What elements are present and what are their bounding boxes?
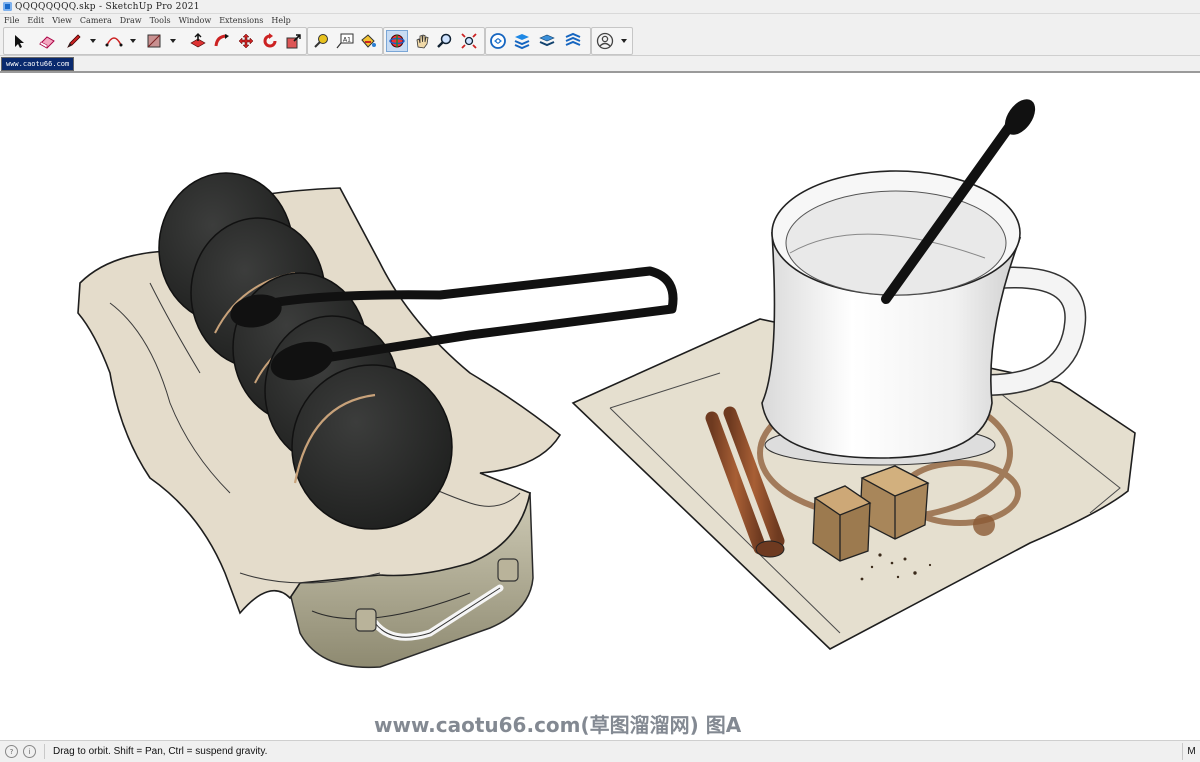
svg-text:A1: A1 (343, 37, 351, 44)
cookie-5 (291, 364, 453, 530)
scene-tab[interactable]: www.caotu66.com (1, 57, 75, 71)
menu-extensions[interactable]: Extensions (219, 16, 263, 25)
menu-edit[interactable]: Edit (27, 16, 44, 25)
arc-dropdown-icon[interactable] (130, 39, 136, 43)
toolbar-group-account (591, 27, 633, 55)
toolbar-group-warehouse (485, 27, 591, 55)
text-icon[interactable]: A1 (335, 31, 355, 51)
menu-bar: File Edit View Camera Draw Tools Window … (0, 14, 1200, 26)
status-message: Drag to orbit. Shift = Pan, Ctrl = suspe… (53, 746, 268, 757)
sandbox-icon[interactable] (563, 31, 583, 51)
toolbar-group-camera (383, 27, 485, 55)
extension-warehouse-icon[interactable] (512, 31, 532, 51)
layout-icon[interactable] (537, 31, 557, 51)
scene-render (77, 94, 1136, 669)
tape-measure-icon[interactable] (311, 31, 331, 51)
push-pull-icon[interactable] (188, 31, 208, 51)
watermark-text: www.caotu66.com(草图溜溜网) 图A (374, 713, 742, 737)
menu-tools[interactable]: Tools (150, 16, 171, 25)
sketchup-app-icon (3, 2, 12, 11)
menu-file[interactable]: File (4, 16, 19, 25)
pencil-line-icon[interactable] (64, 31, 84, 51)
main-toolbar: A1 (0, 26, 1200, 56)
select-icon[interactable] (9, 31, 29, 51)
menu-camera[interactable]: Camera (80, 16, 112, 25)
measurements-box[interactable]: M (1182, 743, 1200, 760)
status-divider (44, 744, 45, 759)
account-icon[interactable] (595, 31, 615, 51)
drawing-viewport[interactable]: www.caotu66.com(草图溜溜网) 图A (0, 73, 1200, 740)
zoom-icon[interactable] (435, 31, 455, 51)
zoom-extents-icon[interactable] (459, 31, 479, 51)
title-bar: QQQQQQQQ.skp - SketchUp Pro 2021 (0, 0, 1200, 14)
coffee-set-group[interactable] (571, 94, 1136, 650)
menu-view[interactable]: View (52, 16, 72, 25)
rotate-icon[interactable] (260, 31, 280, 51)
move-icon[interactable] (236, 31, 256, 51)
scene-tab-strip: www.caotu66.com (0, 56, 1200, 73)
orbit-icon[interactable] (386, 30, 408, 52)
toolbar-group-principal (3, 27, 307, 55)
pencil-dropdown-icon[interactable] (90, 39, 96, 43)
window-title: QQQQQQQQ.skp - SketchUp Pro 2021 (15, 1, 200, 12)
rectangle-dropdown-icon[interactable] (170, 39, 176, 43)
eraser-icon[interactable] (37, 31, 57, 51)
info-icon[interactable]: i (23, 745, 36, 758)
rectangle-icon[interactable] (144, 31, 164, 51)
arc-icon[interactable] (104, 31, 124, 51)
3d-warehouse-icon[interactable] (488, 31, 508, 51)
cookie-tin-group[interactable] (77, 172, 678, 669)
scale-icon[interactable] (284, 31, 304, 51)
pan-icon[interactable] (412, 31, 432, 51)
menu-window[interactable]: Window (179, 16, 212, 25)
toolbar-group-construction: A1 (307, 27, 383, 55)
status-bar: ? i Drag to orbit. Shift = Pan, Ctrl = s… (0, 740, 1200, 762)
account-dropdown-icon[interactable] (621, 39, 627, 43)
follow-me-icon[interactable] (212, 31, 232, 51)
menu-draw[interactable]: Draw (120, 16, 142, 25)
menu-help[interactable]: Help (271, 16, 290, 25)
geolocation-icon[interactable]: ? (5, 745, 18, 758)
paint-bucket-icon[interactable] (358, 31, 378, 51)
